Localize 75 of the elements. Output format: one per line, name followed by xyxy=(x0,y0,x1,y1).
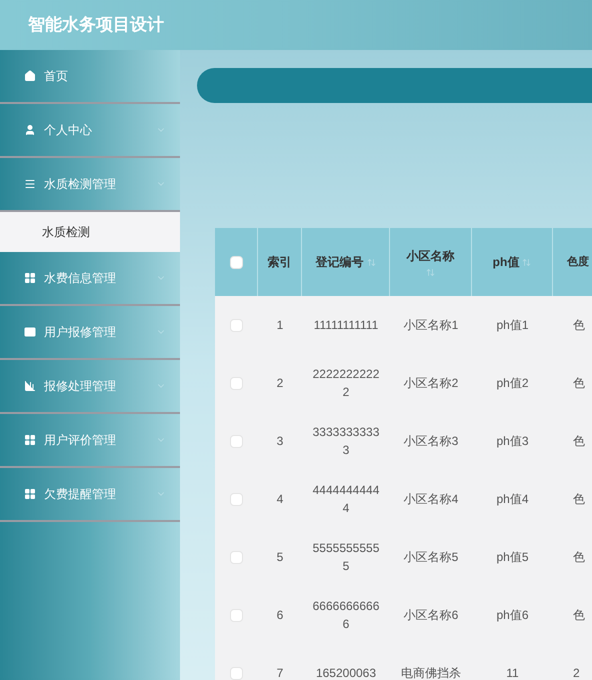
table-cell-text: ph值5 xyxy=(496,549,529,566)
column-header: 色度 xyxy=(553,228,592,296)
table-cell-text: 6 xyxy=(276,607,284,624)
table-cell-text: 小区名称4 xyxy=(404,491,458,508)
table-cell-text: 22222222222 xyxy=(312,366,380,401)
sidebar-item[interactable]: 首页 xyxy=(0,50,180,104)
sort-icon xyxy=(366,258,376,266)
table-cell-text: 7 xyxy=(276,665,284,680)
checkbox[interactable] xyxy=(230,550,243,564)
submenu-item[interactable]: 水质检测 xyxy=(0,212,180,252)
table-cell-text: ph值6 xyxy=(496,607,529,624)
table-cell-text: ph值4 xyxy=(496,491,529,508)
table-cell-text: ph值3 xyxy=(496,433,529,450)
checkbox[interactable] xyxy=(230,666,243,680)
list-icon xyxy=(24,178,36,190)
menu-label: 用户评价管理 xyxy=(44,432,117,449)
user-icon xyxy=(24,124,36,136)
table-cell-text: 2 xyxy=(276,375,284,392)
menu-label: 报修处理管理 xyxy=(44,378,117,395)
table-cell-text: 66666666666 xyxy=(312,598,380,633)
table-cell-text: 小区名称6 xyxy=(404,607,458,624)
grid-icon xyxy=(24,434,36,446)
sidebar-item[interactable]: 报修处理管理 xyxy=(0,360,180,414)
checkbox[interactable] xyxy=(230,434,243,448)
table-cell-text: 1 xyxy=(276,317,284,334)
table-cell-text: 小区名称3 xyxy=(404,433,458,450)
column-header: 索引 xyxy=(258,228,302,296)
table-cell-text: 4 xyxy=(276,491,284,508)
sidebar-item[interactable]: 水费信息管理 xyxy=(0,252,180,306)
table-cell-text: 色 xyxy=(573,491,585,508)
table-cell-text: 11111111111 xyxy=(314,317,378,334)
menu-label: 欠费提醒管理 xyxy=(44,486,117,503)
table-cell-text: 色 xyxy=(573,549,585,566)
table-cell-text: 小区名称1 xyxy=(404,317,458,334)
table-cell-text: 小区名称5 xyxy=(404,549,458,566)
table-cell-text: 3 xyxy=(276,433,284,450)
menu-label: 个人中心 xyxy=(44,122,93,139)
grid-icon xyxy=(24,272,36,284)
menu-label: 水费信息管理 xyxy=(44,270,117,287)
checkbox[interactable] xyxy=(230,318,243,332)
column-header[interactable]: ph值 xyxy=(472,228,553,296)
column-header[interactable]: 小区名称 xyxy=(390,228,472,296)
sidebar-item[interactable]: 用户报修管理 xyxy=(0,306,180,360)
checkbox[interactable] xyxy=(230,492,243,506)
table-cell-text: 55555555555 xyxy=(312,540,380,575)
column-header[interactable]: 登记编号 xyxy=(302,228,390,296)
table-cell-text: 33333333333 xyxy=(312,424,380,459)
table-cell-text: ph值2 xyxy=(496,375,529,392)
checkbox[interactable] xyxy=(230,376,243,390)
app-title: 智能水务项目设计 xyxy=(28,14,164,36)
sidebar-item[interactable]: 用户评价管理 xyxy=(0,414,180,468)
home-icon xyxy=(24,70,36,82)
table-cell-text: 色 xyxy=(573,375,585,392)
sort-icon xyxy=(522,258,532,266)
grid-icon xyxy=(24,488,36,500)
table-cell-text: 44444444444 xyxy=(312,482,380,517)
menu-label: 用户报修管理 xyxy=(44,324,117,341)
checkbox[interactable] xyxy=(230,608,243,622)
sidebar-item[interactable]: 个人中心 xyxy=(0,104,180,158)
checkbox[interactable] xyxy=(230,256,242,268)
table-cell-text: 色 xyxy=(573,433,585,450)
table-cell-text: ph值1 xyxy=(496,317,529,334)
sidebar-item[interactable]: 欠费提醒管理 xyxy=(0,468,180,522)
sort-icon xyxy=(426,268,435,277)
table-cell-text: 165200063 xyxy=(316,665,376,680)
menu-label: 首页 xyxy=(44,68,69,85)
table-cell-text: 5 xyxy=(276,549,284,566)
table-cell-text: 11 xyxy=(506,665,519,680)
table-cell-text: 色 xyxy=(573,607,585,624)
sidebar-item[interactable]: 水质检测管理 xyxy=(0,158,180,212)
table-cell-text: 小区名称2 xyxy=(404,375,458,392)
table-cell-text: 色 xyxy=(573,317,585,334)
table-cell-text: 电商佛挡杀 xyxy=(401,665,461,680)
menu-label: 水质检测管理 xyxy=(44,176,117,193)
table-cell-text: 2 xyxy=(573,665,580,680)
